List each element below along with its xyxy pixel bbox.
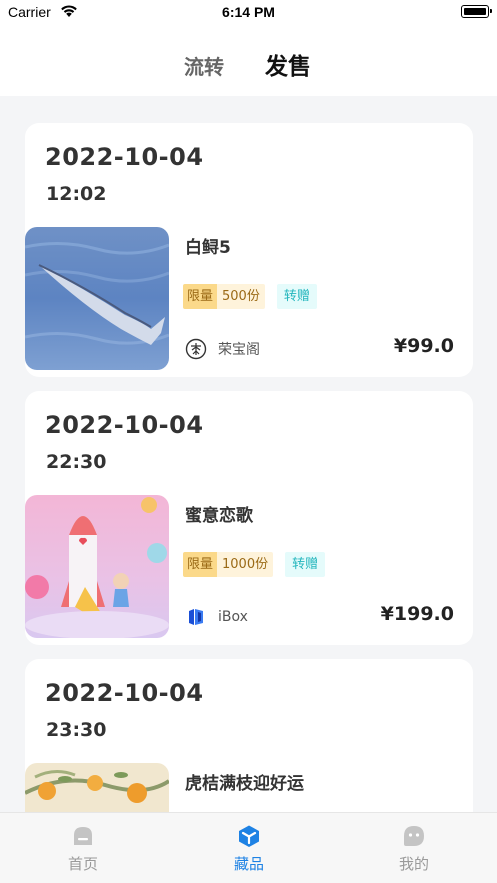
issuer-name: 荣宝阁 xyxy=(218,342,260,358)
tabbar-profile[interactable]: 我的 xyxy=(331,813,497,883)
battery-icon xyxy=(461,5,492,18)
issuer: iBox xyxy=(185,606,248,628)
sale-card[interactable]: 2022-10-04 12:02 白鲟5 限量 500份 转赠 荣宝阁 ¥99.… xyxy=(25,123,473,377)
tab-sale[interactable]: 发售 xyxy=(265,52,311,82)
collectible-title: 白鲟5 xyxy=(185,238,231,258)
sale-time: 22:30 xyxy=(46,451,107,473)
collectible-title: 虎桔满枝迎好运 xyxy=(185,774,304,794)
tag-group: 限量 500份 转赠 xyxy=(183,284,317,309)
clock: 6:14 PM xyxy=(222,4,275,20)
collectible-thumbnail[interactable] xyxy=(25,227,169,370)
issuer: 荣宝阁 xyxy=(185,338,260,360)
rongbaoge-logo-icon xyxy=(185,338,207,360)
gift-tag: 转赠 xyxy=(276,284,317,309)
tabbar-label: 藏品 xyxy=(233,855,264,873)
limit-value: 500份 xyxy=(217,284,265,309)
status-bar: Carrier 6:14 PM xyxy=(0,0,497,26)
tabbar-home[interactable]: 首页 xyxy=(0,813,166,883)
sale-card[interactable]: 2022-10-04 22:30 蜜意恋歌 限量 1000份 转赠 iBox ¥… xyxy=(25,391,473,645)
ibox-logo-icon xyxy=(189,609,203,625)
profile-icon xyxy=(404,826,424,846)
tag-group: 限量 1000份 转赠 xyxy=(183,552,326,577)
home-icon xyxy=(74,827,92,845)
tab-circulate[interactable]: 流转 xyxy=(184,52,224,82)
sale-time: 23:30 xyxy=(46,719,107,741)
limit-label: 限量 xyxy=(183,284,218,309)
limit-label: 限量 xyxy=(183,552,218,577)
tabbar-label: 首页 xyxy=(67,855,98,873)
collection-cube-icon xyxy=(239,825,259,847)
top-tab-bar: 流转 发售 xyxy=(0,26,497,96)
tabbar-label: 我的 xyxy=(398,855,429,873)
bottom-tab-bar: 首页 藏品 我的 xyxy=(0,812,497,883)
limit-tag: 限量 1000份 xyxy=(183,552,274,577)
collectible-title: 蜜意恋歌 xyxy=(185,506,253,526)
collectible-thumbnail[interactable] xyxy=(25,495,169,638)
sale-date: 2022-10-04 xyxy=(45,679,204,707)
sale-date: 2022-10-04 xyxy=(45,411,204,439)
gift-tag: 转赠 xyxy=(285,552,326,577)
issuer-name: iBox xyxy=(218,609,248,625)
sale-date: 2022-10-04 xyxy=(45,143,204,171)
tabbar-collection[interactable]: 藏品 xyxy=(166,813,332,883)
price: ¥199.0 xyxy=(380,603,454,625)
price: ¥99.0 xyxy=(393,335,454,357)
limit-value: 1000份 xyxy=(217,552,274,577)
limit-tag: 限量 500份 xyxy=(183,284,265,309)
sale-time: 12:02 xyxy=(46,183,107,205)
